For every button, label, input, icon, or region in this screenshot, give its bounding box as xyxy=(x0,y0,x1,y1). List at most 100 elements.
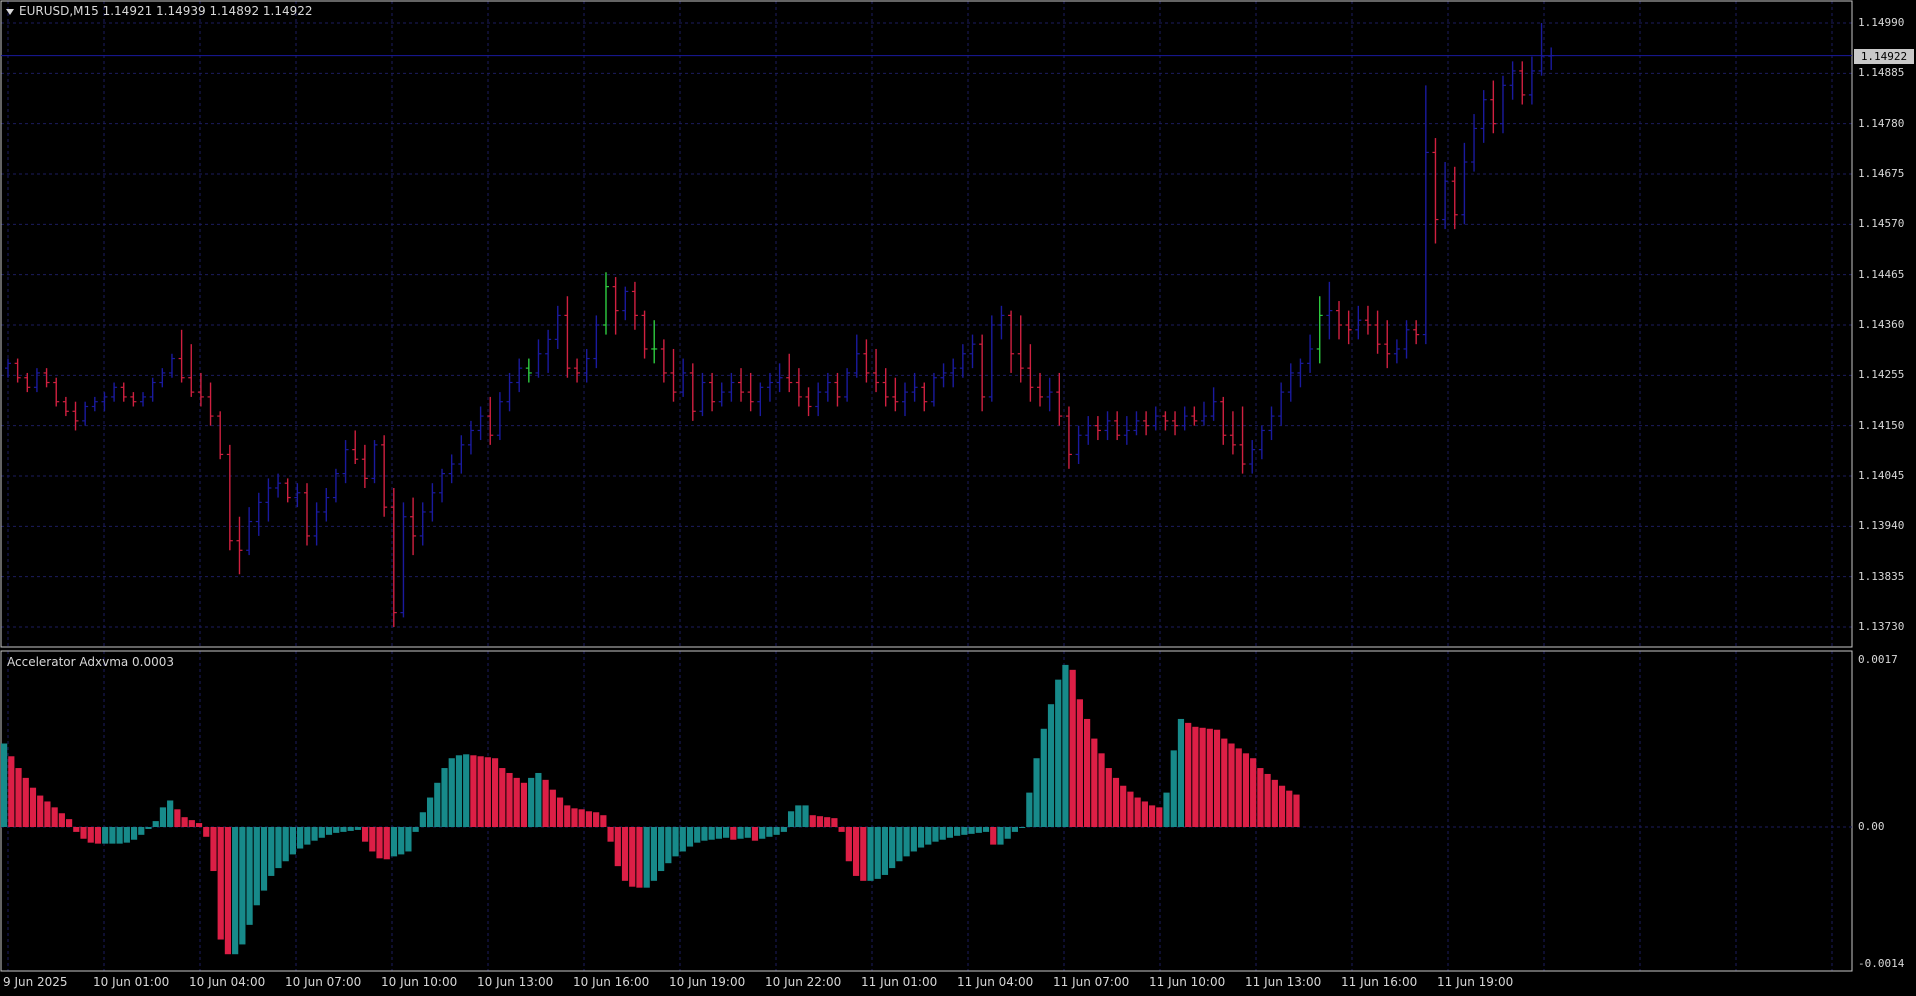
histogram-bar xyxy=(997,827,1004,845)
histogram-bar xyxy=(542,779,549,827)
indicator-axis-label: -0.0014 xyxy=(1858,957,1905,970)
histogram-bar xyxy=(961,827,968,835)
ohlc-bar xyxy=(1442,162,1449,230)
ohlc-bar xyxy=(1027,344,1034,402)
histogram-bar xyxy=(405,827,412,852)
ohlc-bar xyxy=(1056,372,1063,426)
ohlc-bar xyxy=(1374,310,1381,354)
histogram-bar xyxy=(195,823,203,827)
ohlc-bar xyxy=(930,372,937,407)
ohlc-bar xyxy=(458,435,465,474)
histogram-bar xyxy=(51,807,58,827)
ohlc-bar xyxy=(1451,166,1458,230)
ohlc-bar xyxy=(1307,334,1314,373)
time-axis-label: 11 Jun 10:00 xyxy=(1149,975,1226,989)
ohlc-bar xyxy=(583,348,590,383)
current-price-label: 1.14922 xyxy=(1854,48,1914,64)
symbol-header: EURUSD,M15 1.14921 1.14939 1.14892 1.149… xyxy=(19,4,313,18)
histogram-bar xyxy=(1286,790,1293,827)
histogram-bar xyxy=(1170,750,1177,827)
histogram-bar xyxy=(1293,794,1300,827)
histogram-bar xyxy=(1235,748,1242,827)
ohlc-bar xyxy=(998,305,1005,340)
time-axis-label: 10 Jun 22:00 xyxy=(765,975,842,989)
histogram-bar xyxy=(621,827,629,881)
ohlc-bar xyxy=(738,368,745,402)
histogram-bar xyxy=(549,789,556,827)
histogram-bar xyxy=(87,827,94,843)
histogram-bar xyxy=(679,827,686,852)
histogram-bar xyxy=(1011,827,1018,832)
histogram-bar xyxy=(1185,722,1192,827)
histogram-bar xyxy=(22,777,29,827)
histogram-bar xyxy=(412,827,419,832)
ohlc-bar xyxy=(43,368,50,388)
histogram-bar xyxy=(1257,768,1264,827)
price-axis-label: 1.14150 xyxy=(1858,418,1905,432)
ohlc-bar xyxy=(197,372,204,407)
ohlc-bar xyxy=(361,444,368,488)
main-panel-border xyxy=(0,0,1853,648)
histogram-bar xyxy=(658,827,665,872)
histogram-bar xyxy=(130,827,138,840)
histogram-bar xyxy=(1069,669,1076,827)
ohlc-bar xyxy=(1123,416,1130,445)
histogram-bar xyxy=(1148,805,1156,827)
histogram-bar xyxy=(1004,827,1011,839)
histogram-bar xyxy=(946,827,954,838)
ohlc-bar xyxy=(709,372,716,412)
histogram-bar xyxy=(614,827,621,867)
ohlc-bar xyxy=(140,392,147,407)
histogram-bar xyxy=(116,827,123,844)
indicator-header: Accelerator Adxvma 0.0003 xyxy=(7,655,175,669)
histogram-bar xyxy=(15,768,22,827)
ohlc-bar xyxy=(1268,406,1275,441)
ohlc-bar xyxy=(1085,416,1092,445)
ohlc-bar xyxy=(265,478,272,522)
ohlc-bar xyxy=(120,382,127,402)
histogram-bar xyxy=(600,815,607,827)
histogram-bar xyxy=(203,827,210,837)
histogram-bar xyxy=(1019,827,1026,828)
ohlc-bar xyxy=(1393,339,1400,364)
time-axis-label: 10 Jun 10:00 xyxy=(381,975,458,989)
ohlc-bar xyxy=(1336,301,1343,340)
ohlc-bar xyxy=(1152,406,1159,431)
ohlc-bar xyxy=(332,468,339,503)
ohlc-bar xyxy=(1037,372,1044,407)
time-axis-label: 11 Jun 01:00 xyxy=(861,975,938,989)
histogram-bar xyxy=(434,782,441,827)
ohlc-bar xyxy=(660,339,667,383)
price-axis-label: 1.13835 xyxy=(1858,569,1905,583)
histogram-bar xyxy=(181,817,188,827)
ohlc-bar xyxy=(1181,406,1188,431)
histogram-bar xyxy=(1221,738,1228,827)
histogram-bar xyxy=(253,827,260,906)
histogram-bar xyxy=(376,827,383,859)
trading-chart[interactable]: EURUSD,M15 1.14921 1.14939 1.14892 1.149… xyxy=(0,0,1916,996)
ohlc-bar xyxy=(593,315,600,369)
ohlc-bar xyxy=(159,368,166,388)
histogram-bar xyxy=(347,827,354,831)
time-axis-label: 10 Jun 16:00 xyxy=(573,975,650,989)
chart-canvas[interactable] xyxy=(0,0,1916,996)
price-axis-label: 1.14885 xyxy=(1858,66,1905,80)
ohlc-bar xyxy=(757,382,764,417)
ohlc-bar xyxy=(62,396,69,417)
ohlc-bar xyxy=(1471,114,1478,172)
indicator-panel-border xyxy=(0,650,1853,972)
histogram-bar xyxy=(1055,679,1062,827)
histogram-bar xyxy=(506,772,513,827)
price-axis-label: 1.14255 xyxy=(1858,368,1905,382)
histogram-bar xyxy=(874,827,881,879)
histogram-bar xyxy=(217,827,224,940)
histogram-bar xyxy=(109,827,116,844)
ohlc-bar xyxy=(959,344,966,378)
histogram-bar xyxy=(1206,728,1213,827)
ohlc-bar xyxy=(168,353,175,378)
ohlc-bar xyxy=(1278,382,1285,426)
ohlc-bar xyxy=(275,473,282,498)
ohlc-bar xyxy=(294,483,301,508)
dropdown-triangle-icon[interactable] xyxy=(6,9,14,15)
ohlc-bar xyxy=(1528,56,1535,105)
